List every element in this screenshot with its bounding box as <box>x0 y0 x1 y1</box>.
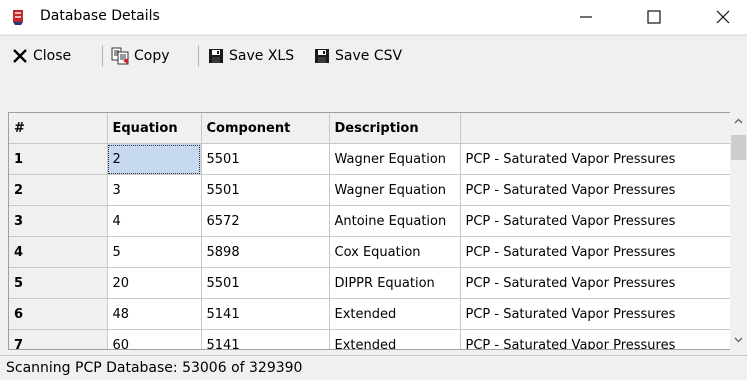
description-cell[interactable]: DIPPR Equation <box>329 267 461 299</box>
save-csv-label: Save CSV <box>335 48 403 64</box>
title-bar: Database Details <box>0 0 747 34</box>
component-cell[interactable]: 5501 <box>201 174 330 206</box>
chevron-up-icon <box>734 118 743 123</box>
toolbar: Close Copy Save XLS Save CSV <box>0 35 747 76</box>
source-cell[interactable]: PCP - Saturated Vapor Pressures <box>460 236 730 268</box>
row-number[interactable]: 6 <box>9 298 108 330</box>
status-text: Scanning PCP Database: 53006 of 329390 <box>6 360 303 376</box>
toolbar-separator <box>102 46 103 66</box>
close-label: Close <box>33 48 72 64</box>
window-title: Database Details <box>40 8 160 24</box>
app-icon <box>10 9 26 26</box>
close-icon <box>716 10 730 24</box>
source-cell[interactable]: PCP - Saturated Vapor Pressures <box>460 174 730 206</box>
scroll-down-button[interactable] <box>730 331 747 348</box>
minimize-icon <box>580 16 592 18</box>
equation-cell[interactable]: 20 <box>107 267 202 299</box>
description-cell[interactable]: Extended <box>329 298 461 330</box>
save-xls-button[interactable]: Save XLS <box>208 42 294 70</box>
status-bar: Scanning PCP Database: 53006 of 329390 <box>0 355 747 380</box>
scroll-thumb[interactable] <box>731 135 746 160</box>
copy-button[interactable]: Copy <box>111 42 170 70</box>
component-cell[interactable]: 5898 <box>201 236 330 268</box>
column-header-source[interactable] <box>460 113 730 144</box>
copy-label: Copy <box>134 48 170 64</box>
equation-cell[interactable]: 60 <box>107 329 202 349</box>
description-cell[interactable]: Wagner Equation <box>329 174 461 206</box>
row-number[interactable]: 4 <box>9 236 108 268</box>
floppy-disk-icon <box>209 49 223 63</box>
database-details-window: Database Details Close Copy Save XLS Sav… <box>0 0 747 380</box>
row-number[interactable]: 3 <box>9 205 108 237</box>
header-row: # Equation Component Description <box>9 113 730 144</box>
row-number[interactable]: 5 <box>9 267 108 299</box>
table-row[interactable]: 5 20 5501 DIPPR Equation PCP - Saturated… <box>9 267 730 299</box>
floppy-disk-icon <box>315 49 329 63</box>
description-cell[interactable]: Extended <box>329 329 461 349</box>
toolbar-separator <box>198 46 199 66</box>
copy-icon <box>111 47 129 65</box>
save-xls-label: Save XLS <box>229 48 295 64</box>
save-csv-button[interactable]: Save CSV <box>314 42 402 70</box>
minimize-button[interactable] <box>563 0 609 34</box>
component-cell[interactable]: 5501 <box>201 267 330 299</box>
component-cell[interactable]: 5141 <box>201 298 330 330</box>
equation-cell[interactable]: 5 <box>107 236 202 268</box>
table-row[interactable]: 4 5 5898 Cox Equation PCP - Saturated Va… <box>9 236 730 268</box>
maximize-icon <box>647 10 661 24</box>
source-cell[interactable]: PCP - Saturated Vapor Pressures <box>460 267 730 299</box>
column-header-description[interactable]: Description <box>329 113 461 144</box>
column-header-component[interactable]: Component <box>201 113 330 144</box>
source-cell[interactable]: PCP - Saturated Vapor Pressures <box>460 205 730 237</box>
equation-cell[interactable]: 3 <box>107 174 202 206</box>
close-button[interactable]: Close <box>12 42 71 70</box>
description-cell[interactable]: Cox Equation <box>329 236 461 268</box>
column-header-equation[interactable]: Equation <box>107 113 202 144</box>
row-number[interactable]: 1 <box>9 143 108 175</box>
component-cell[interactable]: 6572 <box>201 205 330 237</box>
x-icon <box>13 49 27 63</box>
row-number[interactable]: 2 <box>9 174 108 206</box>
vertical-scrollbar[interactable] <box>730 112 747 350</box>
table-row[interactable]: 2 3 5501 Wagner Equation PCP - Saturated… <box>9 174 730 206</box>
table-row[interactable]: 1 2 5501 Wagner Equation PCP - Saturated… <box>9 143 730 175</box>
description-cell[interactable]: Antoine Equation <box>329 205 461 237</box>
source-cell[interactable]: PCP - Saturated Vapor Pressures <box>460 329 730 349</box>
table-row[interactable]: 6 48 5141 Extended PCP - Saturated Vapor… <box>9 298 730 330</box>
chevron-down-icon <box>734 337 743 342</box>
row-number[interactable]: 7 <box>9 329 108 349</box>
table-row[interactable]: 3 4 6572 Antoine Equation PCP - Saturate… <box>9 205 730 237</box>
maximize-button[interactable] <box>631 0 677 34</box>
equation-cell[interactable]: 48 <box>107 298 202 330</box>
scroll-up-button[interactable] <box>730 112 747 129</box>
table-row[interactable]: 7 60 5141 Extended PCP - Saturated Vapor… <box>9 329 730 349</box>
column-header-number[interactable]: # <box>9 113 108 144</box>
component-cell[interactable]: 5141 <box>201 329 330 349</box>
component-cell[interactable]: 5501 <box>201 143 330 175</box>
equation-cell[interactable]: 4 <box>107 205 202 237</box>
source-cell[interactable]: PCP - Saturated Vapor Pressures <box>460 143 730 175</box>
source-cell[interactable]: PCP - Saturated Vapor Pressures <box>460 298 730 330</box>
results-table: # Equation Component Description 1 2 550… <box>9 113 730 349</box>
data-grid[interactable]: # Equation Component Description 1 2 550… <box>8 112 732 350</box>
close-window-button[interactable] <box>700 0 746 34</box>
description-cell[interactable]: Wagner Equation <box>329 143 461 175</box>
equation-cell[interactable]: 2 <box>107 143 202 175</box>
